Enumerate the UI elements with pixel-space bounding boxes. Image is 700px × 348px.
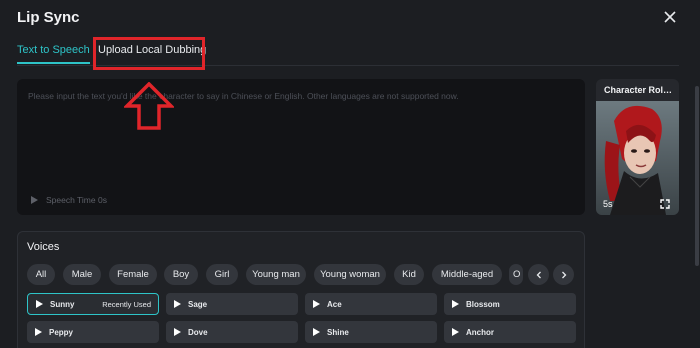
voice-name: Ace (327, 299, 342, 309)
voice-name: Blossom (466, 299, 500, 309)
play-icon[interactable] (174, 328, 181, 336)
tab-text-to-speech[interactable]: Text to Speech (17, 44, 90, 64)
close-button[interactable] (662, 9, 678, 25)
filter-chip-female[interactable]: Female (109, 264, 157, 285)
voice-tag-recently-used: Recently Used (102, 299, 151, 309)
voice-item-peppy[interactable]: Peppy (27, 321, 159, 343)
scrollbar-thumb[interactable] (695, 86, 699, 266)
scrollbar[interactable] (694, 0, 700, 348)
filter-chip-male[interactable]: Male (63, 264, 101, 285)
play-icon[interactable] (313, 300, 320, 308)
voice-name: Shine (327, 327, 349, 337)
voices-title: Voices (27, 241, 60, 253)
voice-item-ace[interactable]: Ace (305, 293, 437, 315)
character-role-title: Character Rol… (604, 85, 673, 95)
voice-name: Dove (188, 327, 208, 337)
speech-text-input[interactable]: Please input the text you'd like the cha… (17, 79, 585, 215)
filter-next-button[interactable] (553, 264, 574, 285)
filter-chip-boy[interactable]: Boy (164, 264, 198, 285)
voice-name: Anchor (466, 327, 494, 337)
filter-chip-middle-aged[interactable]: Middle-aged (432, 264, 502, 285)
filter-chip-kid[interactable]: Kid (394, 264, 424, 285)
voice-name: Peppy (49, 327, 74, 337)
voice-item-dove[interactable]: Dove (166, 321, 298, 343)
voice-name: Sage (188, 299, 208, 309)
speech-time-label: Speech Time 0s (46, 195, 107, 205)
play-icon[interactable] (35, 328, 42, 336)
filter-chip-young-man[interactable]: Young man (246, 264, 306, 285)
expand-icon[interactable] (660, 199, 670, 209)
filter-chip-young-woman[interactable]: Young woman (314, 264, 386, 285)
play-icon[interactable] (31, 196, 38, 204)
chevron-left-icon (536, 271, 541, 278)
speech-time-row: Speech Time 0s (31, 195, 107, 205)
filter-chip-all[interactable]: All (27, 264, 55, 285)
voice-name: Sunny (50, 299, 75, 309)
play-icon[interactable] (452, 328, 459, 336)
voice-item-anchor[interactable]: Anchor (444, 321, 576, 343)
play-icon[interactable] (452, 300, 459, 308)
up-arrow-icon (124, 82, 174, 130)
filter-prev-button[interactable] (528, 264, 549, 285)
annotation-highlight-box (93, 37, 205, 70)
voice-item-shine[interactable]: Shine (305, 321, 437, 343)
chevron-right-icon (561, 271, 566, 278)
dialog-title: Lip Sync (17, 9, 80, 26)
play-icon[interactable] (174, 300, 181, 308)
filter-chip-girl[interactable]: Girl (206, 264, 238, 285)
play-icon[interactable] (36, 300, 43, 308)
voice-item-sunny[interactable]: Sunny Recently Used (27, 293, 159, 315)
character-role-card[interactable]: Character Rol… 5s (596, 79, 679, 215)
filter-chip-overflow[interactable]: O (509, 264, 523, 285)
voice-item-blossom[interactable]: Blossom (444, 293, 576, 315)
voice-item-sage[interactable]: Sage (166, 293, 298, 315)
play-icon[interactable] (313, 328, 320, 336)
text-input-placeholder: Please input the text you'd like the cha… (28, 91, 459, 101)
lip-sync-dialog: Lip Sync Text to Speech Upload Local Dub… (0, 0, 700, 348)
character-duration: 5s (603, 199, 613, 209)
close-icon (664, 11, 676, 23)
voices-panel: Voices All Male Female Boy Girl Young ma… (17, 231, 585, 348)
character-portrait (596, 101, 679, 215)
